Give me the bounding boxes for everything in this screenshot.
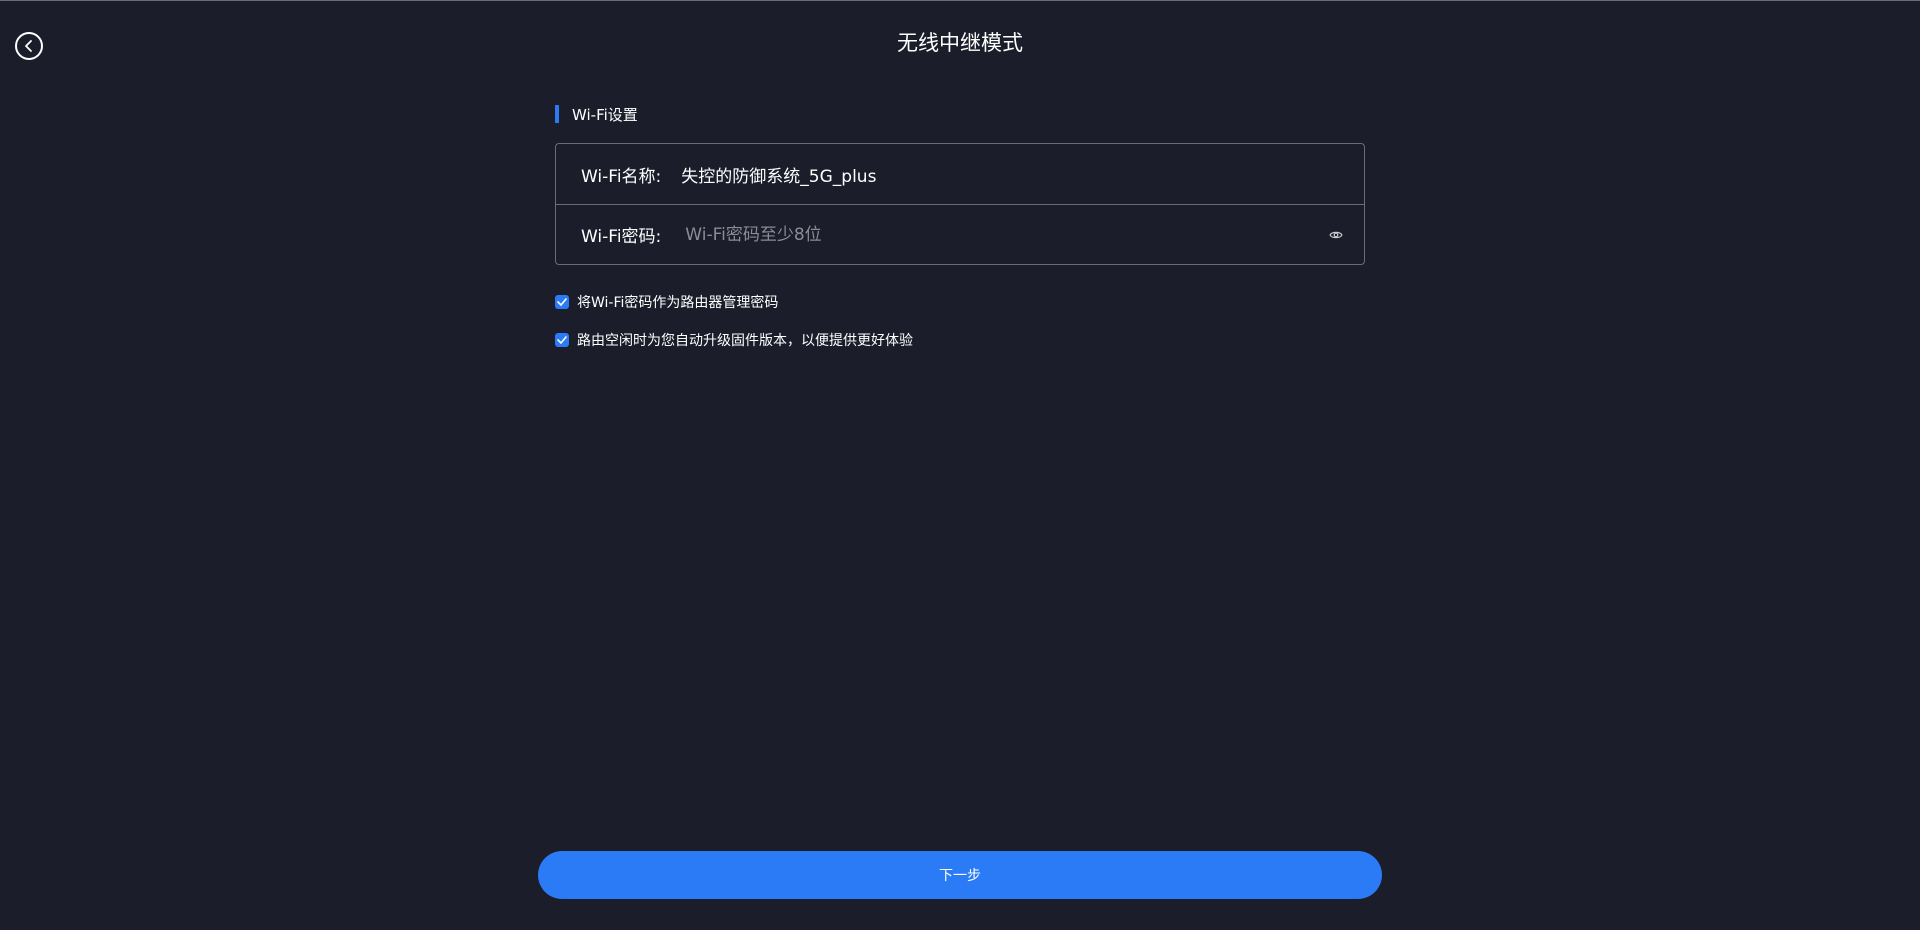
section-accent-bar xyxy=(555,105,559,123)
option-admin-password[interactable]: 将Wi-Fi密码作为路由器管理密码 xyxy=(555,292,778,312)
eye-icon[interactable] xyxy=(1328,229,1344,241)
checkmark-icon xyxy=(557,336,567,344)
wifi-name-value[interactable]: 失控的防御系统_5G_plus xyxy=(681,162,876,187)
wifi-name-label: Wi-Fi名称: xyxy=(581,166,662,187)
option-admin-password-label: 将Wi-Fi密码作为路由器管理密码 xyxy=(577,295,779,311)
page: 无线中继模式 Wi-Fi设置 Wi-Fi名称: 失控的防御系统_5G_plus … xyxy=(0,0,1920,930)
section-header: Wi-Fi设置 xyxy=(555,105,638,124)
checkmark-icon xyxy=(557,298,567,306)
option-auto-upgrade[interactable]: 路由空闲时为您自动升级固件版本，以便提供更好体验 xyxy=(555,330,913,350)
wifi-form: Wi-Fi名称: 失控的防御系统_5G_plus Wi-Fi密码: xyxy=(555,143,1365,265)
checkbox-admin-password[interactable] xyxy=(555,295,569,309)
wifi-password-input[interactable] xyxy=(685,224,1328,245)
wifi-name-row: Wi-Fi名称: 失控的防御系统_5G_plus xyxy=(556,144,1364,204)
section-title: Wi-Fi设置 xyxy=(572,105,638,124)
wifi-password-label: Wi-Fi密码: xyxy=(581,227,662,247)
wifi-password-row: Wi-Fi密码: xyxy=(556,204,1364,264)
option-auto-upgrade-label: 路由空闲时为您自动升级固件版本，以便提供更好体验 xyxy=(577,333,913,349)
checkbox-auto-upgrade[interactable] xyxy=(555,333,569,347)
next-button[interactable]: 下一步 xyxy=(538,851,1382,899)
page-title: 无线中继模式 xyxy=(897,31,1023,55)
